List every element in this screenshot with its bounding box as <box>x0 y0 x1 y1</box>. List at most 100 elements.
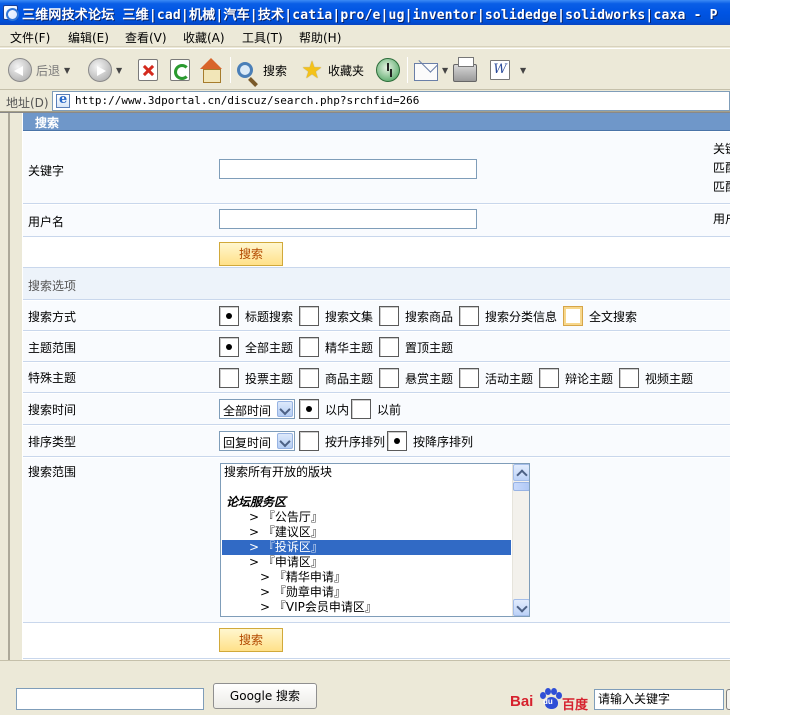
menu-file[interactable]: 文件(F) <box>10 29 50 46</box>
forward-dropdown-icon[interactable]: ▼ <box>116 66 122 75</box>
baidu-search-button[interactable] <box>726 689 730 710</box>
method-option-title[interactable]: 标题搜索 <box>219 306 293 326</box>
special-option-video[interactable]: 视频主题 <box>619 368 693 388</box>
stop-button[interactable] <box>138 55 158 85</box>
search-time-select[interactable]: 全部时间 <box>219 399 295 419</box>
order-option-asc[interactable]: 按升序排列 <box>299 431 385 451</box>
address-input[interactable]: http://www.3dportal.cn/discuz/search.php… <box>52 91 730 111</box>
list-item[interactable]: 搜索所有开放的版块 <box>222 465 511 480</box>
mail-dropdown-icon[interactable]: ▼ <box>442 66 448 75</box>
checkbox[interactable] <box>299 368 319 388</box>
search-form-header: 搜索 <box>23 113 730 131</box>
history-button[interactable] <box>376 55 400 85</box>
scroll-down-icon[interactable] <box>513 599 529 616</box>
scroll-up-icon[interactable] <box>513 464 529 481</box>
checkbox[interactable] <box>219 368 239 388</box>
scope-option-all[interactable]: 全部主题 <box>219 337 293 357</box>
baidu-search-input[interactable]: 请输入关键字 <box>594 689 724 710</box>
list-item[interactable]: > 『精华申请』 <box>222 570 511 585</box>
special-option-activity[interactable]: 活动主题 <box>459 368 533 388</box>
radio-button[interactable] <box>563 306 583 326</box>
search-button[interactable]: 搜索 <box>219 242 283 266</box>
order-option-desc[interactable]: 按降序排列 <box>387 431 473 451</box>
favorites-button[interactable]: ★ 收藏夹 <box>300 55 364 85</box>
browser-window: 三维网技术论坛 三维|cad|机械|汽车|技术|catia|pro/e|ug|i… <box>0 0 730 715</box>
special-option-debate[interactable]: 辩论主题 <box>539 368 613 388</box>
radio-button[interactable] <box>299 431 319 451</box>
radio-button[interactable] <box>351 399 371 419</box>
order-type-select[interactable]: 回复时间 <box>219 431 295 451</box>
envelope-icon <box>414 63 438 81</box>
search-button-row: 搜索 <box>23 238 730 268</box>
username-input[interactable] <box>219 209 477 229</box>
special-option-poll[interactable]: 投票主题 <box>219 368 293 388</box>
scope-option-sticky[interactable]: 置顶主题 <box>379 337 453 357</box>
radio-button[interactable] <box>299 337 319 357</box>
radio-button[interactable] <box>299 399 319 419</box>
print-button[interactable] <box>453 55 477 85</box>
radio-button[interactable] <box>379 306 399 326</box>
window-title: 三维网技术论坛 三维|cad|机械|汽车|技术|catia|pro/e|ug|i… <box>22 8 718 23</box>
menu-help[interactable]: 帮助(H) <box>299 29 341 46</box>
search-method-row: 搜索方式 标题搜索 搜索文集 搜索商品 搜索分类信息 全文搜索 <box>23 301 730 331</box>
search-toolbar-button[interactable]: 搜索 <box>237 55 287 85</box>
method-option-fulltext[interactable]: 全文搜索 <box>563 306 637 326</box>
special-option-reward[interactable]: 悬赏主题 <box>379 368 453 388</box>
scroll-thumb[interactable] <box>513 482 529 491</box>
listbox-scrollbar[interactable] <box>512 464 529 616</box>
left-frame-edge <box>0 113 22 661</box>
google-search-input[interactable] <box>16 688 204 710</box>
favorites-label: 收藏夹 <box>328 63 365 78</box>
chevron-down-icon[interactable] <box>277 401 293 417</box>
list-item-group[interactable]: 论坛服务区 <box>222 495 511 510</box>
special-option-trade[interactable]: 商品主题 <box>299 368 373 388</box>
list-item[interactable]: > 『公告厅』 <box>222 510 511 525</box>
chevron-down-icon[interactable] <box>277 433 293 449</box>
page-content: 搜索 关键字 关键 匹配 匹配 用户名 用户 搜索 <box>0 112 730 661</box>
time-option-before[interactable]: 以前 <box>351 399 401 419</box>
radio-button[interactable] <box>219 337 239 357</box>
submit-row: 搜索 <box>23 624 730 659</box>
menu-view[interactable]: 查看(V) <box>125 29 167 46</box>
radio-button[interactable] <box>299 306 319 326</box>
list-item[interactable]: > 『申请区』 <box>222 555 511 570</box>
mail-button[interactable]: ▼ <box>414 55 448 85</box>
checkbox[interactable] <box>379 368 399 388</box>
submit-search-button[interactable]: 搜索 <box>219 628 283 652</box>
forum-listbox[interactable]: 搜索所有开放的版块 论坛服务区 > 『公告厅』 > 『建议区』 > 『投诉区』 … <box>220 463 530 617</box>
list-item[interactable]: > 『建议区』 <box>222 525 511 540</box>
refresh-button[interactable] <box>170 55 190 85</box>
method-option-category[interactable]: 搜索分类信息 <box>459 306 557 326</box>
menu-favorites[interactable]: 收藏(A) <box>183 29 225 46</box>
radio-button[interactable] <box>387 431 407 451</box>
radio-button[interactable] <box>459 306 479 326</box>
list-item[interactable]: > 『勋章申请』 <box>222 585 511 600</box>
address-url[interactable]: http://www.3dportal.cn/discuz/search.php… <box>75 94 419 107</box>
back-button[interactable]: 后退 ▼ <box>8 55 70 85</box>
list-item[interactable]: > 『VIP会员申请区』 <box>222 600 511 615</box>
radio-button[interactable] <box>219 306 239 326</box>
back-label: 后退 <box>36 63 61 78</box>
menu-tools[interactable]: 工具(T) <box>242 29 283 46</box>
scope-option-digest[interactable]: 精华主题 <box>299 337 373 357</box>
edit-dropdown-icon[interactable]: ▼ <box>520 66 526 75</box>
search-form: 搜索 关键字 关键 匹配 匹配 用户名 用户 搜索 <box>23 113 730 661</box>
keyword-input[interactable] <box>219 159 477 179</box>
search-time-row: 搜索时间 全部时间 以内 以前 <box>23 394 730 425</box>
time-option-within[interactable]: 以内 <box>299 399 349 419</box>
list-item[interactable] <box>222 480 511 495</box>
menu-edit[interactable]: 编辑(E) <box>68 29 109 46</box>
forward-button[interactable]: ▼ <box>88 55 122 85</box>
radio-button[interactable] <box>379 337 399 357</box>
checkbox[interactable] <box>619 368 639 388</box>
edit-button[interactable]: W ▼ <box>490 55 526 85</box>
google-search-button[interactable]: Google 搜索 <box>213 683 317 709</box>
back-dropdown-icon[interactable]: ▼ <box>64 66 70 75</box>
checkbox[interactable] <box>539 368 559 388</box>
method-option-goods[interactable]: 搜索商品 <box>379 306 453 326</box>
list-item-selected[interactable]: > 『投诉区』 <box>222 540 511 555</box>
username-row: 用户名 用户 <box>23 205 730 237</box>
method-option-collection[interactable]: 搜索文集 <box>299 306 373 326</box>
checkbox[interactable] <box>459 368 479 388</box>
home-button[interactable] <box>199 55 223 85</box>
